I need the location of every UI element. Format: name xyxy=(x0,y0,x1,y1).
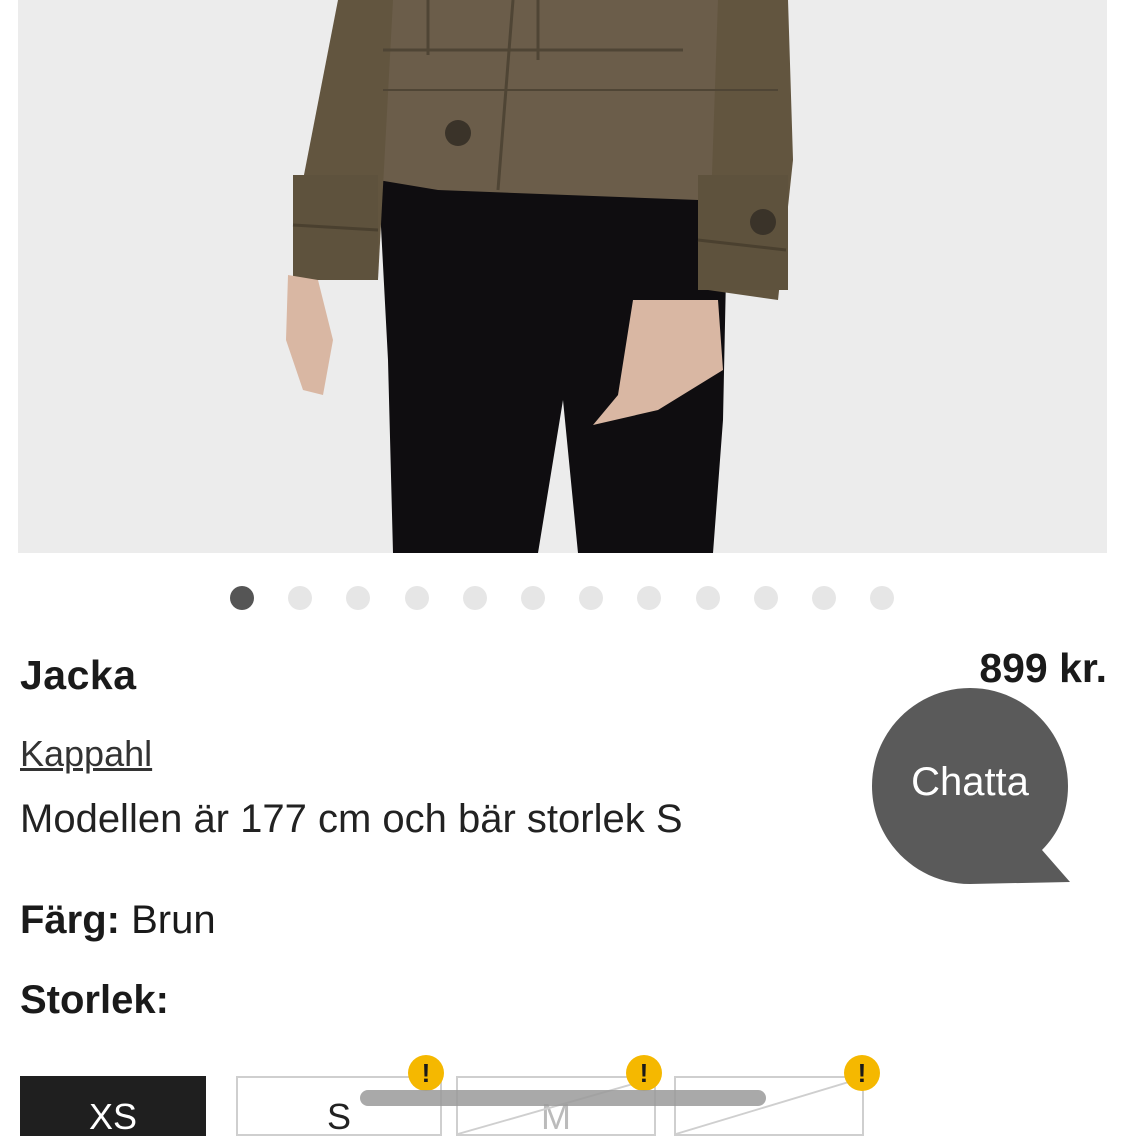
chat-label: Chatta xyxy=(911,760,1029,804)
unavailable-strike xyxy=(458,1078,654,1134)
product-title: Jacka xyxy=(20,652,137,698)
pager-dot[interactable] xyxy=(579,586,604,610)
product-price: 899 kr. xyxy=(979,645,1107,691)
low-stock-warning-icon: ! xyxy=(844,1055,880,1091)
low-stock-warning-icon: ! xyxy=(626,1055,662,1091)
pager-dot[interactable] xyxy=(637,586,662,610)
chat-button[interactable]: Chatta xyxy=(872,688,1072,888)
color-row: Färg: Brun xyxy=(20,898,216,943)
unavailable-strike xyxy=(676,1078,862,1134)
horizontal-scrollbar[interactable] xyxy=(360,1090,766,1106)
size-option-l[interactable] xyxy=(674,1076,864,1136)
pager-dot[interactable] xyxy=(753,586,778,610)
image-pager[interactable] xyxy=(0,586,1125,610)
pager-dot[interactable] xyxy=(462,586,487,610)
size-option-label: S xyxy=(326,1096,351,1136)
size-option-m[interactable]: M xyxy=(456,1076,656,1136)
size-label: Storlek: xyxy=(20,978,169,1022)
pager-dot-active[interactable] xyxy=(230,586,254,610)
size-option-label: XS xyxy=(88,1096,138,1136)
size-option-xs[interactable]: XS xyxy=(20,1076,206,1136)
product-image[interactable] xyxy=(18,0,1107,553)
pager-dot[interactable] xyxy=(404,586,429,610)
color-value: Brun xyxy=(131,898,216,942)
pager-dot[interactable] xyxy=(812,586,836,610)
pager-dot[interactable] xyxy=(695,586,720,610)
pager-dot[interactable] xyxy=(346,586,371,610)
pager-dot[interactable] xyxy=(288,586,313,610)
pager-dot[interactable] xyxy=(870,586,895,610)
pager-dot[interactable] xyxy=(521,586,545,610)
size-option-s[interactable]: S xyxy=(236,1076,442,1136)
color-label: Färg: xyxy=(20,898,120,942)
low-stock-warning-icon: ! xyxy=(408,1055,444,1091)
model-size-note: Modellen är 177 cm och bär storlek S xyxy=(20,797,683,841)
brand-link[interactable]: Kappahl xyxy=(20,733,152,775)
